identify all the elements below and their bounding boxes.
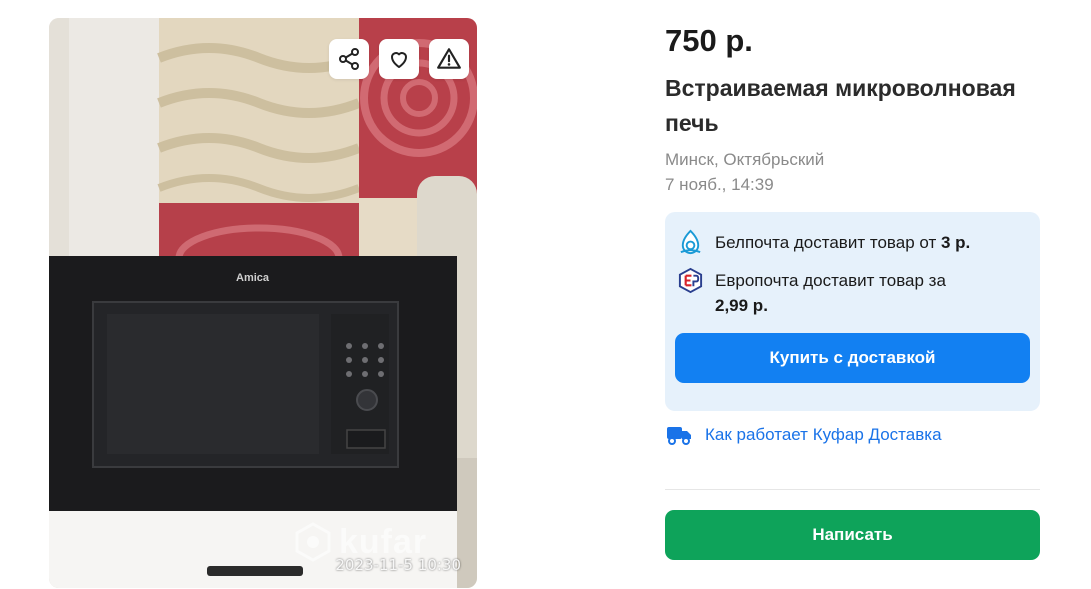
listing-price: 750 р. bbox=[665, 23, 753, 58]
warning-icon bbox=[437, 48, 461, 69]
europochta-price: 2,99 р. bbox=[715, 296, 768, 315]
listing-title: Встраиваемая микроволновая печь bbox=[665, 75, 1016, 136]
europochta-text: Европочта доставит товар за bbox=[715, 271, 946, 290]
photo-actions bbox=[329, 39, 469, 79]
delivery-panel: Белпочта доставит товар от 3 р. Европочт… bbox=[665, 212, 1040, 411]
share-icon bbox=[339, 48, 359, 70]
belpochta-text: Белпочта доставит товар от bbox=[715, 233, 937, 252]
listing-info: 750 р. Встраиваемая микроволновая печь М… bbox=[665, 22, 1040, 197]
europochta-logo-icon bbox=[678, 267, 703, 294]
photo-timestamp: 2023-11-5 10:30 bbox=[335, 556, 461, 574]
write-message-button[interactable]: Написать bbox=[665, 510, 1040, 560]
share-button[interactable] bbox=[329, 39, 369, 79]
microwave-photo-scene: Amica bbox=[49, 18, 477, 588]
kufar-logo-icon bbox=[295, 522, 331, 562]
belpochta-row: Белпочта доставит товар от 3 р. bbox=[677, 229, 971, 256]
how-delivery-works-label: Как работает Куфар Доставка bbox=[705, 425, 942, 444]
listing-location: Минск, Октябрьский bbox=[665, 150, 825, 169]
belpochta-logo-icon bbox=[680, 229, 701, 254]
delivery-truck-icon bbox=[667, 427, 691, 445]
appliance-brand-label: Amica bbox=[236, 272, 270, 284]
divider bbox=[665, 489, 1040, 490]
favorite-button[interactable] bbox=[379, 39, 419, 79]
listing-date: 7 нояб., 14:39 bbox=[665, 175, 774, 194]
listing-photo[interactable]: Amica kufar 2023-11-5 10:30 bbox=[49, 18, 477, 588]
europochta-row: Европочта доставит товар за 2,99 р. bbox=[677, 267, 980, 318]
buy-with-delivery-button[interactable]: Купить с доставкой bbox=[675, 333, 1030, 383]
heart-icon bbox=[391, 52, 407, 68]
belpochta-price: 3 р. bbox=[940, 233, 971, 252]
report-button[interactable] bbox=[429, 39, 469, 79]
how-delivery-works-link[interactable]: Как работает Куфар Доставка bbox=[666, 424, 942, 446]
